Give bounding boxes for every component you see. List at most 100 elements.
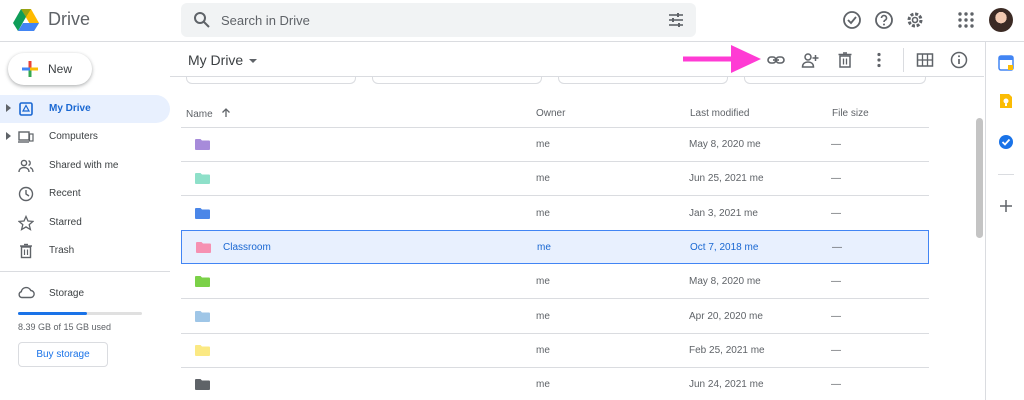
- modified-by: me: [750, 344, 765, 356]
- suggested-card[interactable]: [372, 76, 542, 84]
- avatar[interactable]: [989, 8, 1013, 32]
- help-icon[interactable]: [874, 10, 894, 30]
- sidebar-divider: [0, 271, 170, 272]
- sidebar-item-computers[interactable]: Computers: [0, 123, 170, 151]
- modified-by: me: [749, 379, 764, 391]
- column-header-file-size[interactable]: File size: [832, 108, 869, 119]
- modified-by: me: [744, 241, 759, 253]
- suggested-card[interactable]: [558, 76, 728, 84]
- file-last-modified: Jun 25, 2021 me: [689, 173, 764, 184]
- add-icon[interactable]: [998, 198, 1014, 214]
- page-title-text: My Drive: [188, 52, 244, 68]
- clock-icon: [18, 186, 34, 202]
- file-owner: me: [536, 344, 550, 356]
- file-size: —: [832, 241, 842, 253]
- drive-logo-icon[interactable]: [12, 6, 40, 34]
- table-row[interactable]: me Apr 20, 2020 me —: [181, 300, 929, 334]
- page-title[interactable]: My Drive: [188, 52, 258, 68]
- folder-icon: [195, 139, 210, 150]
- folder-icon: [195, 344, 210, 356]
- trash-icon[interactable]: [836, 51, 854, 69]
- sidebar-item-my-drive[interactable]: My Drive: [0, 95, 170, 123]
- folder-icon: [195, 379, 210, 391]
- sidebar-item-label: My Drive: [49, 103, 91, 114]
- buy-storage-button[interactable]: Buy storage: [18, 342, 108, 367]
- column-header-last-modified[interactable]: Last modified: [690, 108, 749, 119]
- column-header-name[interactable]: Name: [186, 108, 231, 120]
- file-last-modified: Oct 7, 2018 me: [690, 242, 758, 253]
- expand-caret-icon[interactable]: [6, 104, 11, 112]
- modified-by: me: [746, 139, 761, 150]
- app-title[interactable]: Drive: [48, 9, 90, 30]
- modified-date: Apr 20, 2020: [689, 310, 747, 322]
- scrollbar-thumb[interactable]: [976, 118, 983, 238]
- grid-view-icon[interactable]: [916, 51, 934, 69]
- file-name[interactable]: Classroom: [223, 242, 271, 253]
- file-size: —: [831, 379, 841, 391]
- calendar-icon[interactable]: [998, 55, 1014, 71]
- file-last-modified: Feb 25, 2021 me: [689, 345, 765, 356]
- table-row[interactable]: me May 8, 2020 me —: [181, 265, 929, 300]
- more-vert-icon[interactable]: [870, 51, 888, 69]
- people-icon: [18, 159, 34, 173]
- new-button[interactable]: New: [8, 53, 92, 85]
- table-row[interactable]: me Jan 3, 2021 me —: [181, 197, 929, 231]
- gear-icon[interactable]: [905, 10, 925, 30]
- sidebar-item-recent[interactable]: Recent: [0, 180, 170, 208]
- chevron-down-icon: [249, 59, 258, 64]
- link-icon[interactable]: [767, 51, 785, 69]
- side-apps-panel: [985, 42, 1024, 400]
- file-size: —: [831, 344, 841, 356]
- expand-caret-icon[interactable]: [6, 132, 11, 140]
- pointer-arrow-annotation: [683, 45, 761, 73]
- offline-check-icon[interactable]: [842, 10, 862, 30]
- sidebar-item-starred[interactable]: Starred: [0, 209, 170, 237]
- trash-icon: [20, 243, 32, 259]
- modified-date: Feb 25, 2021: [689, 344, 748, 356]
- file-last-modified: Jun 24, 2021 me: [689, 379, 764, 390]
- file-owner: me: [536, 207, 550, 219]
- sidebar-item-shared-with-me[interactable]: Shared with me: [0, 152, 170, 180]
- info-icon[interactable]: [950, 51, 968, 69]
- file-size: —: [831, 276, 841, 288]
- suggested-card[interactable]: [186, 76, 356, 84]
- storage-title[interactable]: Storage: [49, 288, 84, 299]
- folder-icon: [195, 173, 210, 185]
- folder-icon: [195, 310, 210, 322]
- sort-arrow-up-icon[interactable]: [221, 108, 231, 118]
- storage-bar: [18, 312, 142, 315]
- suggested-card[interactable]: [744, 76, 926, 84]
- search-icon[interactable]: [193, 11, 211, 29]
- table-row[interactable]: Classroom me Oct 7, 2018 me —: [181, 229, 929, 264]
- side-panel-divider: [998, 174, 1014, 175]
- column-header-owner[interactable]: Owner: [536, 108, 565, 119]
- storage-bar-fill: [18, 312, 88, 315]
- my-drive-icon: [19, 102, 33, 116]
- folder-icon: [196, 241, 211, 253]
- file-size: —: [831, 207, 841, 219]
- file-owner: me: [536, 310, 550, 322]
- table-row[interactable]: me Feb 25, 2021 me —: [181, 334, 929, 368]
- file-owner: me: [536, 276, 550, 288]
- modified-date: Oct 7, 2018: [690, 241, 742, 253]
- apps-grid-icon[interactable]: [956, 10, 976, 30]
- tasks-icon[interactable]: [998, 134, 1014, 150]
- search-options-icon[interactable]: [668, 12, 684, 28]
- table-row[interactable]: me Jun 25, 2021 me —: [181, 162, 929, 197]
- table-row[interactable]: me May 8, 2020 me —: [181, 128, 929, 162]
- share-person-add-icon[interactable]: [801, 51, 819, 69]
- file-last-modified: May 8, 2020 me: [689, 276, 761, 287]
- search-bar[interactable]: [181, 3, 696, 37]
- file-owner: me: [536, 139, 550, 150]
- keep-icon[interactable]: [998, 93, 1014, 109]
- modified-by: me: [749, 310, 763, 322]
- file-last-modified: May 8, 2020 me: [689, 139, 761, 150]
- folder-icon: [195, 276, 210, 288]
- cloud-icon: [18, 286, 35, 299]
- table-row[interactable]: me Jun 24, 2021 me —: [181, 368, 929, 400]
- sidebar-item-trash[interactable]: Trash: [0, 237, 170, 265]
- search-input[interactable]: [221, 9, 641, 31]
- file-owner: me: [536, 173, 550, 185]
- file-last-modified: Jan 3, 2021 me: [689, 208, 758, 219]
- sidebar-item-label: Recent: [49, 188, 81, 199]
